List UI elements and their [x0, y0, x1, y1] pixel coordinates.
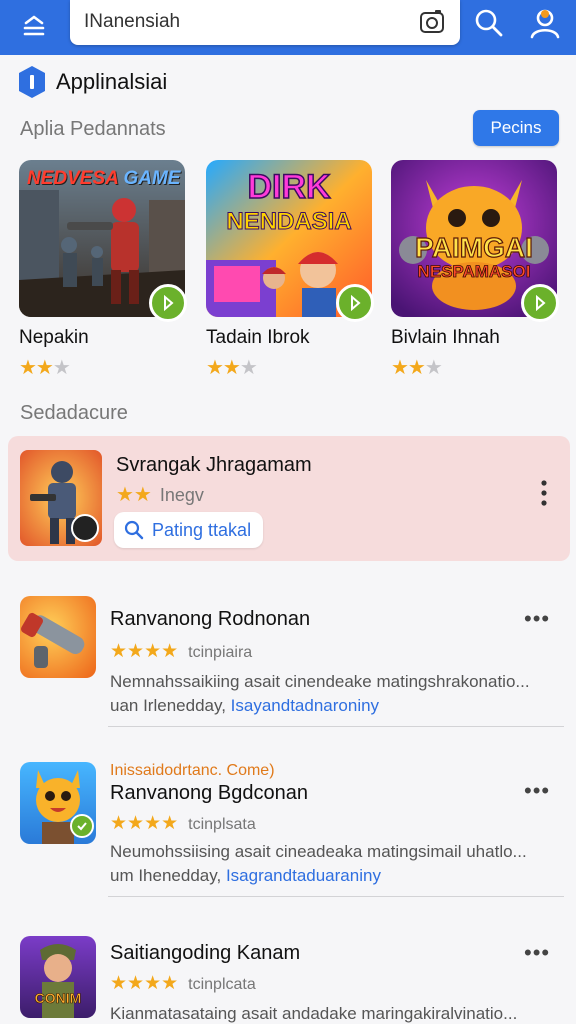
- top-app-bar: [0, 0, 576, 55]
- app-description-line: uan Irlenedday, Isayandtadnaroniny: [110, 696, 379, 716]
- developer-link[interactable]: Isayandtadnaroniny: [231, 696, 379, 715]
- more-options-button[interactable]: •••: [524, 778, 550, 804]
- promo-chip-label: Pating ttakal: [152, 519, 252, 540]
- app-name: Ranvanong Bgdconan: [110, 782, 308, 804]
- install-badge[interactable]: [521, 284, 559, 322]
- game-art-title: PAIMGAI: [415, 231, 534, 263]
- see-more-button[interactable]: Pecins: [473, 110, 559, 146]
- search-input[interactable]: [84, 8, 414, 36]
- game-art-title: DIRK: [247, 168, 332, 206]
- install-badge[interactable]: [149, 284, 187, 322]
- rating-label: tcinplsata: [188, 816, 256, 833]
- app-name: Ranvanong Rodnonan: [110, 608, 311, 630]
- promoted-app-card[interactable]: Svrangak Jhragamam ★★ Inegv Pating ttakal: [8, 436, 570, 561]
- search-bar[interactable]: [70, 0, 460, 45]
- promo-rating: ★★ Inegv: [116, 484, 204, 506]
- star-rating: ★★★: [19, 357, 71, 379]
- more-options-button[interactable]: •••: [524, 606, 550, 632]
- play-icon: [351, 295, 361, 311]
- star-rating: ★★★: [391, 357, 443, 379]
- app-description-line: um Ihenedday, Isagrandtaduaraniny: [110, 866, 381, 886]
- app-icon: [20, 596, 96, 678]
- search-icon: [124, 520, 144, 540]
- game-art-subtitle: NESPAMASOI: [417, 262, 531, 282]
- check-icon: [77, 822, 87, 831]
- app-icon-text: CONIM: [34, 990, 82, 1007]
- menu-icon: [23, 15, 45, 36]
- secondary-section-label: Sedadacure: [20, 402, 128, 424]
- camera-icon[interactable]: [418, 8, 446, 36]
- more-vertical-icon[interactable]: [532, 478, 556, 508]
- app-icon: CONIM: [20, 936, 96, 1018]
- promo-app-name: Svrangak Jhragamam: [116, 454, 312, 476]
- app-title: Applinalsiai: [56, 69, 168, 94]
- featured-app-card[interactable]: PAIMGAI NESPAMASOI Bivlain Ihnah ★★★: [391, 160, 559, 380]
- app-tag: Inissaidodrtanc. Come): [110, 762, 275, 779]
- app-rating: ★★★★ tcinpiaira: [110, 641, 253, 662]
- app-header: Applinalsiai: [18, 64, 167, 100]
- featured-section-label: Aplia Pedannats: [20, 118, 166, 140]
- divider: [108, 726, 564, 727]
- promo-action-chip[interactable]: Pating ttakal: [114, 512, 264, 548]
- app-name: Tadain Ibrok: [206, 327, 310, 348]
- star-rating: ★★★: [206, 357, 258, 379]
- menu-button[interactable]: [16, 8, 52, 44]
- featured-app-card[interactable]: DIRK NENDASIA Tadain Ibrok ★★★: [206, 160, 374, 380]
- app-rating: ★★★★ tcinplsata: [110, 813, 256, 834]
- featured-app-card[interactable]: NEDVESA GAME Nepakin ★★★: [19, 160, 187, 380]
- app-description: Kianmatasataing asait andadake maringaki…: [110, 1004, 518, 1023]
- promo-app-icon: [20, 450, 102, 546]
- rating-label: tcinplcata: [188, 976, 256, 993]
- divider: [108, 896, 564, 897]
- verified-badge: [70, 814, 94, 838]
- install-badge[interactable]: [336, 284, 374, 322]
- user-icon[interactable]: [526, 4, 564, 42]
- game-art-subtitle: NENDASIA: [226, 208, 352, 236]
- shield-icon: [19, 66, 45, 98]
- app-name: Bivlain Ihnah: [391, 327, 500, 348]
- description-prefix: uan Irlenedday,: [110, 696, 231, 715]
- app-name: Saitiangoding Kanam: [110, 942, 301, 964]
- game-art-subtitle: GAME: [123, 168, 181, 189]
- app-rating: ★★★★ tcinplcata: [110, 973, 256, 994]
- description-prefix: um Ihenedday,: [110, 866, 226, 885]
- developer-link[interactable]: Isagrandtaduaraniny: [226, 866, 381, 885]
- rating-label: tcinpiaira: [188, 644, 253, 661]
- play-icon: [536, 295, 546, 311]
- more-options-button[interactable]: •••: [524, 940, 550, 966]
- search-icon[interactable]: [472, 6, 506, 40]
- app-description: Neumohssiising asait cineadeaka matingsi…: [110, 842, 527, 861]
- app-description: Nemnahssaikiing asait cinendeake matings…: [110, 672, 530, 691]
- app-icon: [20, 762, 96, 844]
- play-badge: [71, 514, 99, 542]
- play-icon: [164, 295, 174, 311]
- game-art-title: NEDVESA: [27, 168, 119, 189]
- app-name: Nepakin: [19, 327, 89, 348]
- promo-rating-label: Inegv: [159, 485, 204, 505]
